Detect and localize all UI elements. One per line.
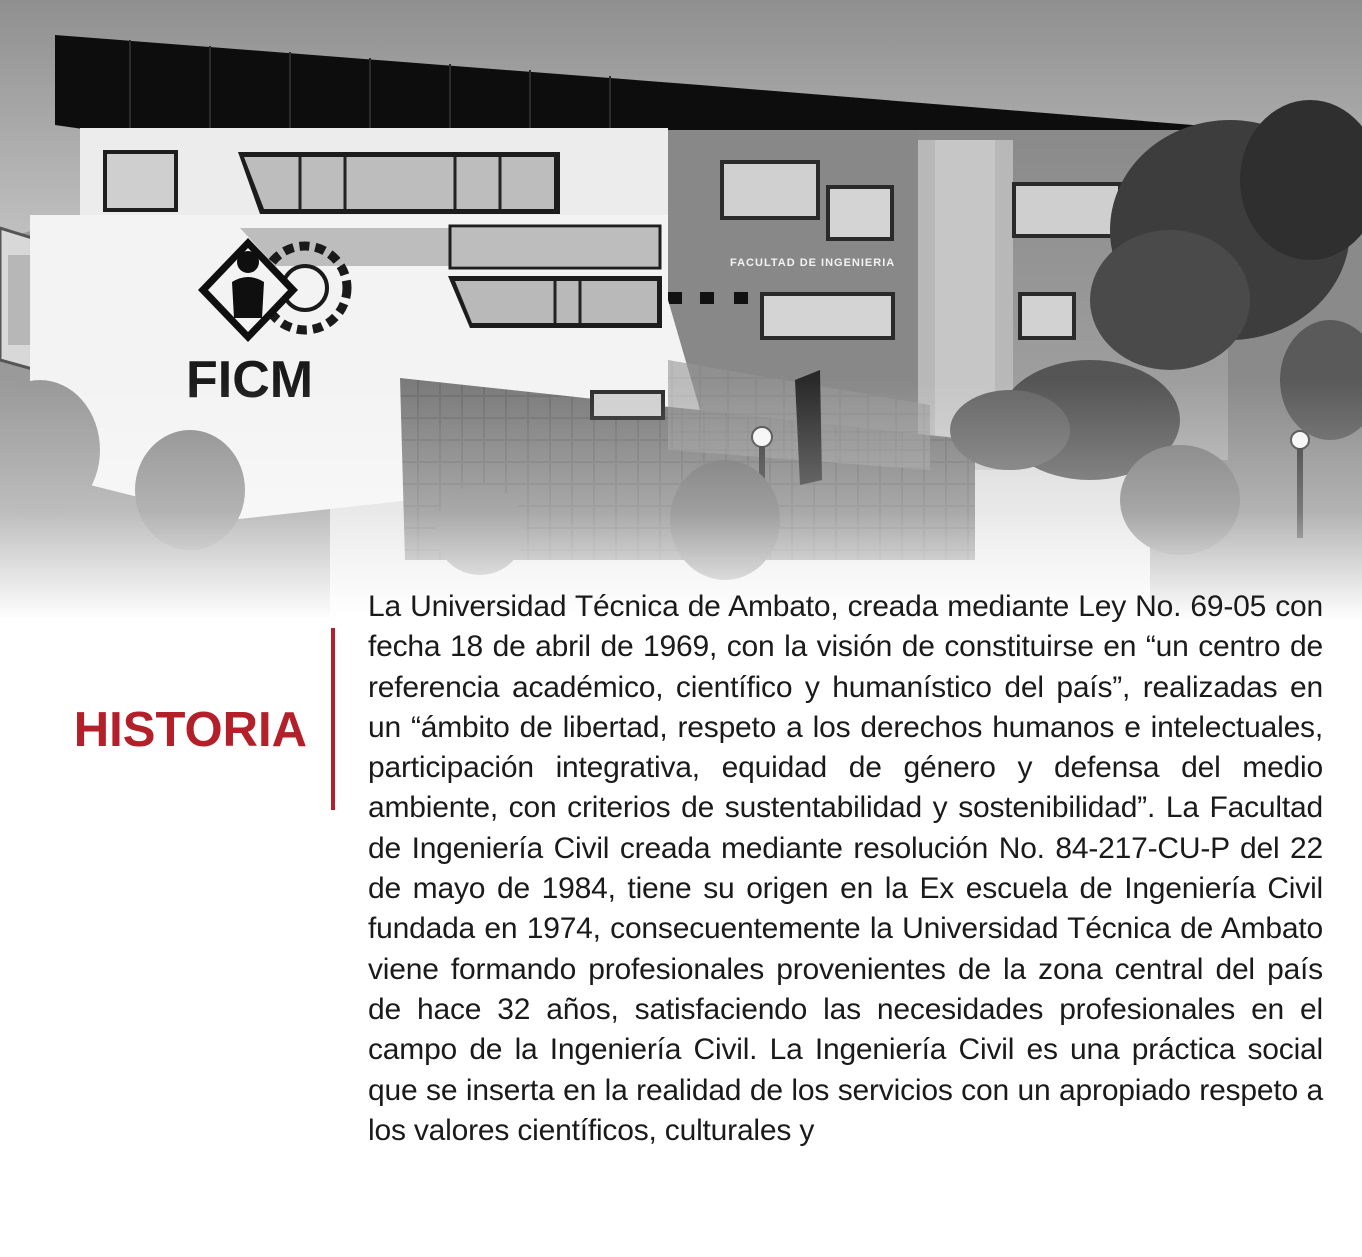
section-heading-block: HISTORIA [0,628,335,810]
building-photo: FACULTAD DE INGENIERIA FICM [0,0,1362,620]
building-sign-text: FACULTAD DE INGENIERIA [730,257,895,269]
history-paragraph: La Universidad Técnica de Ambato, creada… [368,590,1323,1147]
building-illustration: FACULTAD DE INGENIERIA FICM [0,0,1362,620]
section-heading: HISTORIA [73,703,307,757]
red-vertical-divider [331,628,335,810]
